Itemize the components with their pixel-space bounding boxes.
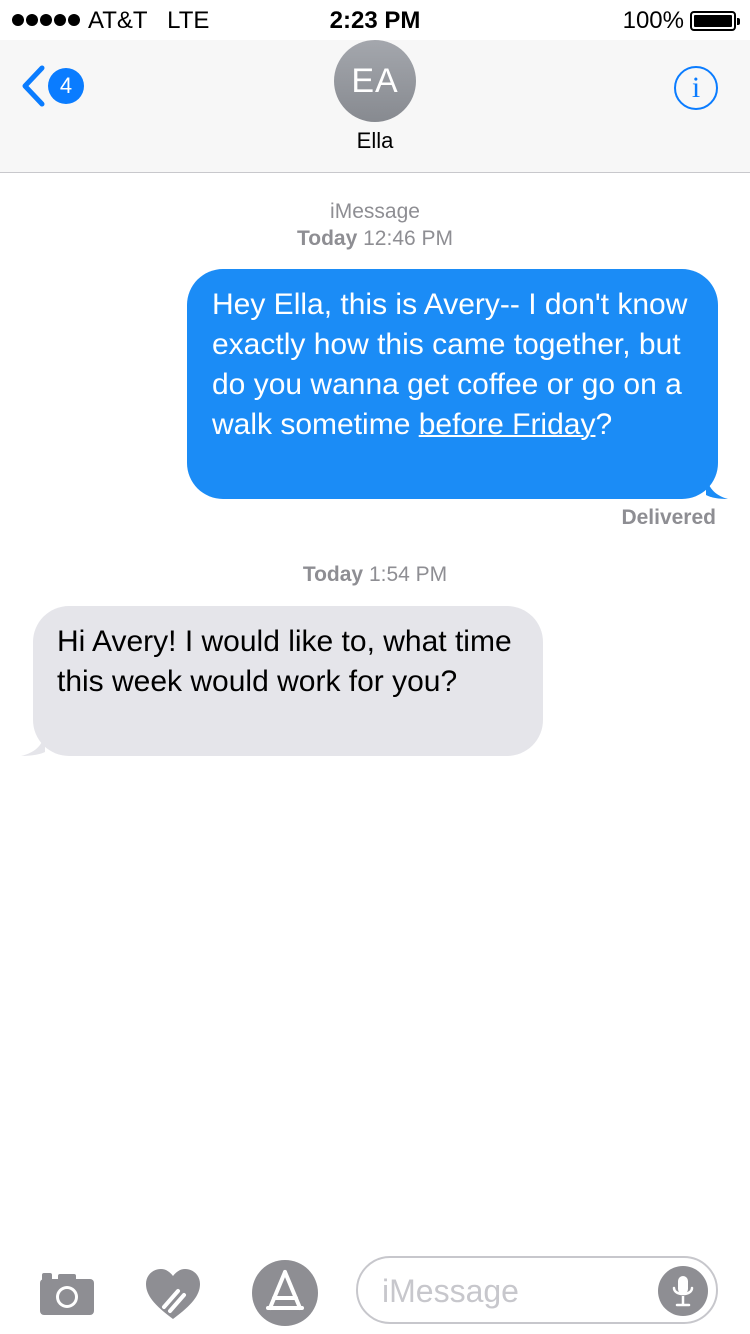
sent-message-text-end: ?: [595, 408, 613, 441]
bubble-tail: [21, 732, 45, 756]
app-store-button[interactable]: [250, 1258, 320, 1328]
unread-count-badge: 4: [48, 68, 84, 104]
digital-touch-button[interactable]: [142, 1264, 204, 1324]
delivery-status: Delivered: [621, 506, 716, 529]
conversation-timestamp: iMessage Today 12:46 PM: [0, 198, 750, 252]
battery-percentage: 100%: [622, 7, 684, 34]
conversation-timestamp-2: Today 1:54 PM: [0, 561, 750, 588]
camera-button[interactable]: [36, 1264, 98, 1324]
sent-message-bubble[interactable]: Hey Ella, this is Avery-- I don't know e…: [187, 269, 728, 499]
service-label: iMessage: [330, 200, 420, 223]
timestamp-time: 12:46 PM: [363, 227, 454, 250]
battery-icon: [690, 11, 740, 31]
chevron-left-icon: [22, 65, 45, 107]
timestamp-line: Today 12:46 PM: [0, 225, 750, 252]
app-store-icon: [252, 1260, 318, 1326]
contact-avatar[interactable]: EA: [334, 40, 416, 122]
timestamp-day: Today: [302, 563, 364, 586]
microphone-icon: [672, 1276, 694, 1307]
bubble-tail: [706, 475, 728, 499]
received-message-text: Hi Avery! I would like to, what time thi…: [57, 625, 512, 698]
digital-touch-icon: [146, 1269, 200, 1319]
back-button[interactable]: 4: [20, 62, 100, 110]
date-link[interactable]: before Friday: [419, 408, 596, 441]
status-bar: AT&T LTE 2:23 PM 100%: [0, 0, 750, 40]
timestamp-time: 1:54 PM: [368, 563, 448, 586]
camera-icon: [40, 1273, 94, 1315]
message-input[interactable]: [382, 1268, 652, 1314]
contact-name[interactable]: Ella: [0, 128, 750, 154]
conversation-header: 4 EA Ella i: [0, 40, 750, 173]
composer-bar: [0, 1250, 750, 1334]
message-composer[interactable]: [356, 1256, 718, 1324]
timestamp-day: Today: [296, 227, 358, 250]
dictation-button[interactable]: [658, 1266, 708, 1316]
received-message-bubble[interactable]: Hi Avery! I would like to, what time thi…: [21, 606, 543, 756]
info-button[interactable]: i: [674, 66, 718, 110]
